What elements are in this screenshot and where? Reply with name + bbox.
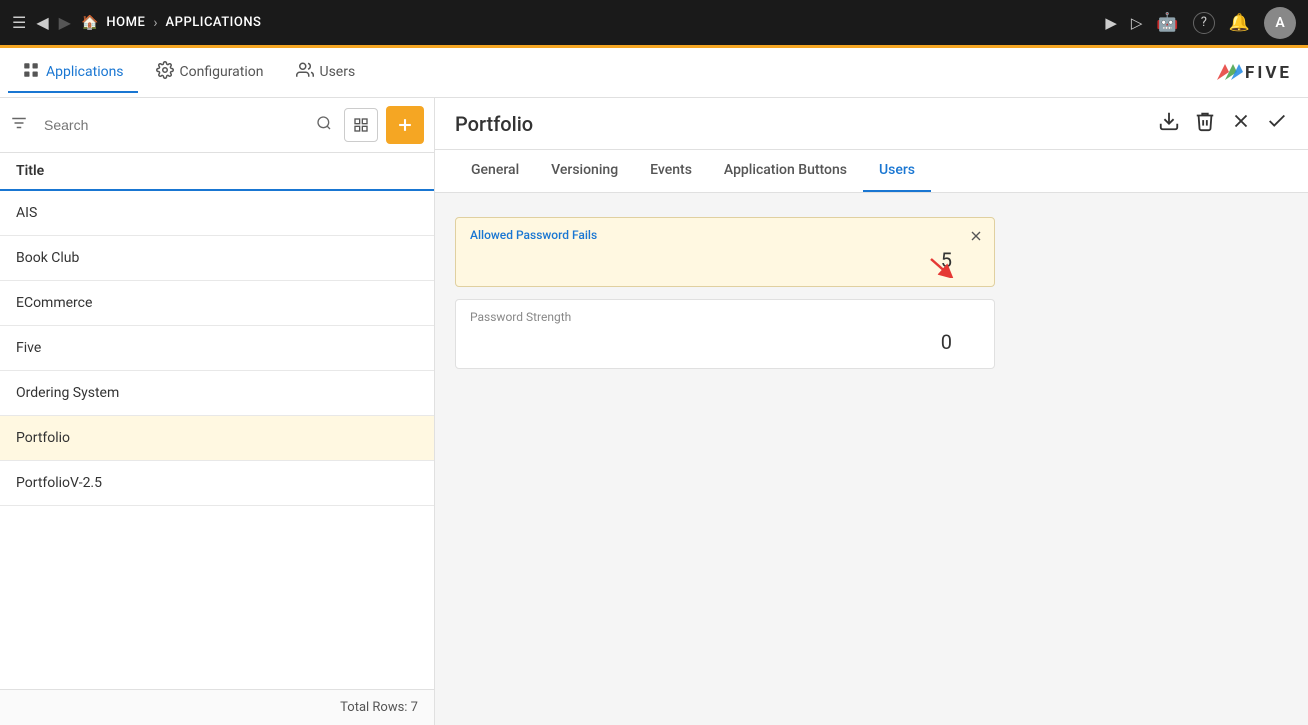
play-icon[interactable]: ▶ bbox=[1105, 14, 1117, 32]
form-content: Allowed Password Fails 5 Passwor bbox=[435, 193, 1308, 725]
sidebar-toolbar bbox=[0, 98, 434, 153]
help-icon[interactable]: ? bbox=[1193, 12, 1215, 34]
table-column-header: Title bbox=[0, 153, 434, 191]
list-item-portfolio[interactable]: Portfolio bbox=[0, 416, 434, 461]
users-nav-icon bbox=[296, 61, 314, 83]
list-item-ais[interactable]: AIS bbox=[0, 191, 434, 236]
secondary-nav: Applications Configuration Users FIVE bbox=[0, 48, 1308, 98]
confirm-icon[interactable] bbox=[1266, 110, 1288, 137]
applications-nav-icon bbox=[22, 61, 40, 83]
sidebar: Title AIS Book Club ECommerce Five Order… bbox=[0, 98, 435, 725]
content-actions bbox=[1158, 110, 1288, 137]
robot-icon[interactable]: 🤖 bbox=[1156, 12, 1178, 33]
add-button[interactable] bbox=[386, 106, 424, 144]
nav-tab-applications[interactable]: Applications bbox=[8, 53, 138, 93]
tab-general[interactable]: General bbox=[455, 150, 535, 192]
five-logo: FIVE bbox=[1215, 62, 1308, 84]
tab-versioning[interactable]: Versioning bbox=[535, 150, 634, 192]
play2-icon[interactable]: ▷ bbox=[1131, 14, 1143, 32]
tab-events[interactable]: Events bbox=[634, 150, 708, 192]
top-nav: ☰ ◀ ▶ 🏠 HOME › APPLICATIONS ▶ ▷ 🤖 ? 🔔 A bbox=[0, 0, 1308, 48]
home-icon: 🏠 bbox=[81, 15, 98, 31]
tabs-bar: General Versioning Events Application Bu… bbox=[435, 150, 1308, 193]
sidebar-footer: Total Rows: 7 bbox=[0, 689, 434, 725]
applications-crumb[interactable]: APPLICATIONS bbox=[166, 15, 262, 30]
list-item-ordering-system[interactable]: Ordering System bbox=[0, 371, 434, 416]
password-strength-field: Password Strength 0 bbox=[455, 299, 995, 369]
menu-icon[interactable]: ☰ bbox=[12, 13, 26, 32]
content-header: Portfolio bbox=[435, 98, 1308, 150]
nav-tab-configuration-label: Configuration bbox=[180, 64, 264, 80]
back-icon[interactable]: ◀ bbox=[36, 13, 48, 32]
search-input-wrap bbox=[36, 113, 304, 137]
delete-icon[interactable] bbox=[1194, 110, 1216, 137]
main-layout: Title AIS Book Club ECommerce Five Order… bbox=[0, 98, 1308, 725]
expand-button[interactable] bbox=[344, 108, 378, 142]
breadcrumb-separator: › bbox=[153, 15, 157, 31]
search-icon[interactable] bbox=[312, 113, 336, 137]
content-panel: Portfolio General Versioning Events bbox=[435, 98, 1308, 725]
list-item-ecommerce[interactable]: ECommerce bbox=[0, 281, 434, 326]
filter-icon[interactable] bbox=[10, 114, 28, 137]
page-title: Portfolio bbox=[455, 112, 533, 136]
allowed-password-fails-clear-button[interactable] bbox=[968, 228, 984, 249]
list-item-portfoliov2[interactable]: PortfolioV-2.5 bbox=[0, 461, 434, 506]
configuration-nav-icon bbox=[156, 61, 174, 83]
nav-tab-configuration[interactable]: Configuration bbox=[142, 53, 278, 93]
allowed-password-fails-value: 5 bbox=[470, 248, 980, 272]
nav-tab-users[interactable]: Users bbox=[282, 53, 370, 93]
top-nav-left: ☰ ◀ ▶ 🏠 HOME › APPLICATIONS bbox=[12, 13, 261, 32]
sidebar-list: AIS Book Club ECommerce Five Ordering Sy… bbox=[0, 191, 434, 506]
tab-users[interactable]: Users bbox=[863, 150, 931, 192]
forward-icon[interactable]: ▶ bbox=[59, 13, 71, 32]
allowed-password-fails-field: Allowed Password Fails 5 bbox=[455, 217, 995, 287]
close-icon[interactable] bbox=[1230, 110, 1252, 137]
password-strength-value: 0 bbox=[470, 330, 980, 354]
list-item-five[interactable]: Five bbox=[0, 326, 434, 371]
secondary-nav-tabs: Applications Configuration Users bbox=[8, 53, 369, 93]
list-item-bookclub[interactable]: Book Club bbox=[0, 236, 434, 281]
home-crumb[interactable]: HOME bbox=[106, 15, 145, 30]
nav-tab-users-label: Users bbox=[320, 64, 356, 80]
avatar[interactable]: A bbox=[1264, 7, 1296, 39]
tab-application-buttons[interactable]: Application Buttons bbox=[708, 150, 863, 192]
download-icon[interactable] bbox=[1158, 110, 1180, 137]
five-logo-text: FIVE bbox=[1245, 63, 1292, 83]
search-input[interactable] bbox=[36, 113, 304, 137]
red-arrow-indicator bbox=[926, 254, 956, 278]
breadcrumb: 🏠 HOME › APPLICATIONS bbox=[81, 15, 261, 31]
allowed-password-fails-label: Allowed Password Fails bbox=[470, 228, 980, 242]
bell-icon[interactable]: 🔔 bbox=[1229, 13, 1250, 33]
password-strength-label: Password Strength bbox=[470, 310, 980, 324]
nav-tab-applications-label: Applications bbox=[46, 64, 124, 80]
top-nav-right: ▶ ▷ 🤖 ? 🔔 A bbox=[1105, 7, 1296, 39]
